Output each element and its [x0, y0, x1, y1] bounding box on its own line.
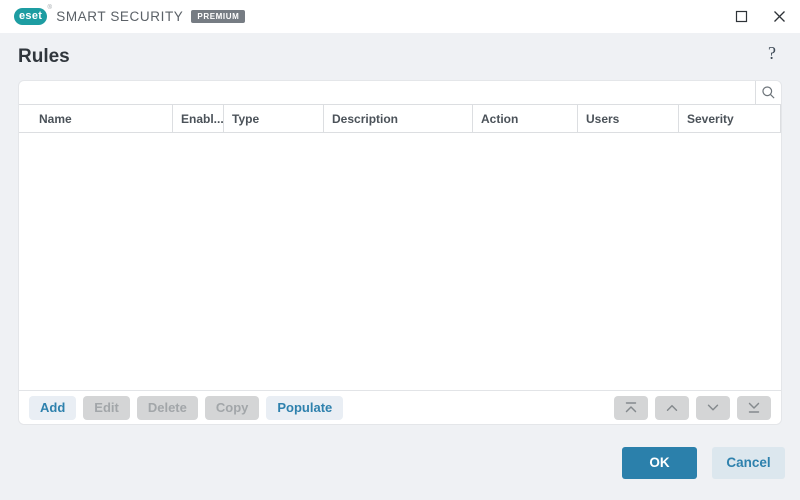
move-top-icon: [614, 395, 648, 420]
page-header: Rules ?: [0, 33, 800, 80]
column-header-enabled[interactable]: Enabl...: [173, 105, 224, 132]
table-header-row: Name Enabl... Type Description Action Us…: [19, 105, 781, 133]
rules-toolbar: Add Edit Delete Copy Populate: [19, 390, 781, 424]
edit-button: Edit: [83, 395, 130, 420]
column-header-name[interactable]: Name: [19, 105, 173, 132]
column-header-severity[interactable]: Severity: [679, 105, 781, 132]
move-up-icon: [655, 395, 689, 420]
dialog-footer: OK Cancel: [0, 425, 800, 500]
column-header-type[interactable]: Type: [224, 105, 324, 132]
column-header-users[interactable]: Users: [578, 105, 679, 132]
eset-logo: eset ®: [14, 5, 52, 25]
product-name: SMART SECURITY: [56, 9, 184, 24]
add-button[interactable]: Add: [29, 395, 77, 420]
rules-table-body-empty: [19, 133, 781, 390]
close-icon[interactable]: [770, 8, 788, 26]
copy-button: Copy: [204, 395, 260, 420]
move-button-group: [614, 395, 771, 420]
search-row: [19, 81, 781, 105]
registered-trademark: ®: [47, 5, 53, 11]
rules-panel: Name Enabl... Type Description Action Us…: [18, 80, 782, 425]
maximize-icon[interactable]: [732, 8, 750, 26]
window-titlebar: eset ® SMART SECURITY PREMIUM: [0, 0, 800, 33]
column-header-action[interactable]: Action: [473, 105, 578, 132]
page-title: Rules: [18, 45, 70, 67]
search-icon[interactable]: [755, 81, 781, 104]
delete-button: Delete: [136, 395, 198, 420]
move-down-icon: [696, 395, 730, 420]
search-input[interactable]: [19, 81, 755, 104]
cancel-button[interactable]: Cancel: [712, 446, 785, 479]
window-controls: [732, 0, 788, 33]
eset-logo-text: eset: [19, 10, 43, 22]
populate-button[interactable]: Populate: [266, 395, 344, 420]
ok-button[interactable]: OK: [622, 446, 697, 479]
column-header-description[interactable]: Description: [324, 105, 473, 132]
move-bottom-icon: [737, 395, 771, 420]
help-icon[interactable]: ?: [768, 43, 776, 64]
premium-badge: PREMIUM: [191, 10, 246, 23]
